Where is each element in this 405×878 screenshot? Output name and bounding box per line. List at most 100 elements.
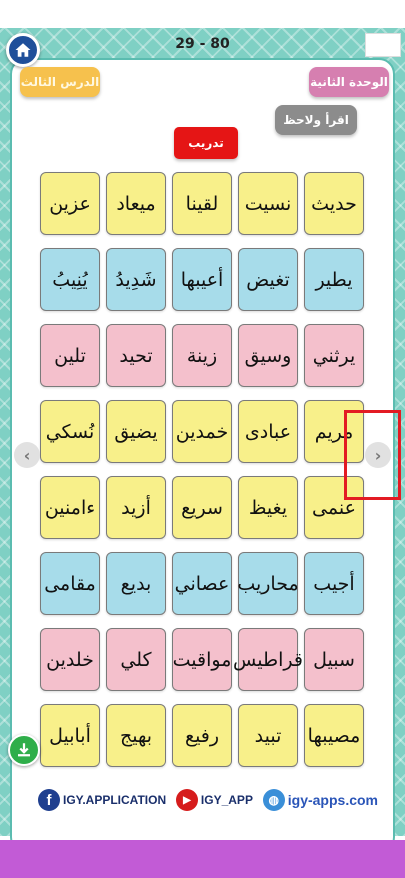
word-card[interactable]: نسيت — [238, 172, 298, 235]
word-card[interactable]: أجيب — [304, 552, 364, 615]
word-card[interactable]: يضيق — [106, 400, 166, 463]
word-card[interactable]: يرثني — [304, 324, 364, 387]
footer: f IGY.APPLICATION ▶ IGY_APP ◍ igy-apps.c… — [38, 786, 378, 814]
word-card[interactable]: يُنِيبُ — [40, 248, 100, 311]
word-card-text: يغيظ — [248, 496, 288, 519]
read-and-note-button[interactable]: اقرأ ولاحظ — [275, 105, 357, 135]
word-card-text: تحيد — [119, 344, 153, 367]
word-card-text: مواقيت — [172, 648, 232, 671]
word-card[interactable]: بديع — [106, 552, 166, 615]
word-card-text: تلين — [54, 344, 86, 367]
word-card[interactable]: أعيبها — [172, 248, 232, 311]
word-card-text: يُنِيبُ — [52, 268, 88, 291]
word-card-text: لقينا — [185, 192, 219, 215]
word-card-text: خلدين — [46, 648, 94, 671]
word-card[interactable]: زينة — [172, 324, 232, 387]
word-card-text: رفيع — [184, 724, 220, 747]
word-card-text: تغيض — [246, 268, 290, 291]
facebook-icon: f — [38, 789, 60, 811]
top-right-panel — [365, 33, 401, 57]
word-card-text: أبابيل — [49, 724, 91, 747]
word-card[interactable]: كلي — [106, 628, 166, 691]
word-card[interactable]: عزين — [40, 172, 100, 235]
word-card[interactable]: تبيد — [238, 704, 298, 767]
website-link[interactable]: ◍ igy-apps.com — [262, 789, 378, 811]
word-card-grid: عزين ميعاد لقينا نسيت حديث يُنِيبُ شَدِيدُ أعيب… — [40, 172, 368, 767]
word-card[interactable]: خمدين — [172, 400, 232, 463]
word-card-text: سريع — [181, 496, 223, 519]
word-card[interactable]: عصاني — [172, 552, 232, 615]
word-card[interactable]: حديث — [304, 172, 364, 235]
word-card[interactable]: ميعاد — [106, 172, 166, 235]
word-card-text: مصيبها — [307, 724, 361, 747]
download-button[interactable] — [8, 734, 40, 766]
word-card-text: خمدين — [175, 420, 229, 443]
word-card[interactable]: نُسكي — [40, 400, 100, 463]
lesson-label: الدرس الثالث — [20, 67, 100, 97]
word-card-text: تبيد — [254, 724, 282, 747]
word-card[interactable]: سبيل — [304, 628, 364, 691]
word-card[interactable]: شَدِيدُ — [106, 248, 166, 311]
word-card[interactable]: سريع — [172, 476, 232, 539]
word-card-text: سبيل — [313, 648, 355, 671]
word-card[interactable]: مصيبها — [304, 704, 364, 767]
word-card-text: عصاني — [174, 572, 230, 595]
word-card-text: يضيق — [114, 420, 158, 443]
word-card[interactable]: ءامنين — [40, 476, 100, 539]
word-card[interactable]: مواقيت — [172, 628, 232, 691]
word-card-text: عزين — [49, 192, 91, 215]
word-card[interactable]: لقينا — [172, 172, 232, 235]
next-page-highlight — [344, 410, 401, 500]
word-card-text: بديع — [120, 572, 152, 595]
word-card[interactable]: تحيد — [106, 324, 166, 387]
globe-icon: ◍ — [262, 789, 285, 811]
home-button[interactable] — [6, 33, 40, 67]
word-card[interactable]: أزيد — [106, 476, 166, 539]
word-card-text: ميعاد — [116, 192, 156, 215]
word-card-text: قراطيس — [233, 648, 303, 671]
word-card[interactable]: وسيق — [238, 324, 298, 387]
facebook-label: IGY.APPLICATION — [63, 793, 167, 807]
word-card-text: يرثني — [312, 344, 356, 367]
previous-page-button[interactable]: ‹ — [14, 442, 40, 468]
word-card-text: وسيق — [244, 344, 292, 367]
word-card[interactable]: يطير — [304, 248, 364, 311]
download-icon — [18, 743, 30, 757]
youtube-link[interactable]: ▶ IGY_APP — [175, 789, 253, 811]
word-card-text: أجيب — [313, 572, 355, 595]
word-card-text: زينة — [186, 344, 218, 367]
word-card[interactable]: رفيع — [172, 704, 232, 767]
facebook-link[interactable]: f IGY.APPLICATION — [38, 789, 166, 811]
word-card[interactable]: يغيظ — [238, 476, 298, 539]
word-card[interactable]: أبابيل — [40, 704, 100, 767]
word-card-text: أعيبها — [180, 268, 224, 291]
word-card-text: بهيج — [119, 724, 153, 747]
word-card-text: مقامى — [44, 572, 96, 595]
training-button[interactable]: تدريب — [174, 127, 238, 159]
word-card[interactable]: قراطيس — [233, 628, 303, 691]
chevron-left-icon: ‹ — [23, 445, 31, 465]
word-card-text: ءامنين — [44, 496, 96, 519]
website-label: igy-apps.com — [287, 792, 378, 808]
home-icon — [15, 43, 31, 57]
word-card[interactable]: مقامى — [40, 552, 100, 615]
word-card[interactable]: خلدين — [40, 628, 100, 691]
word-card-text: حديث — [311, 192, 357, 215]
bottom-bar — [0, 840, 405, 878]
word-card[interactable]: بهيج — [106, 704, 166, 767]
word-card-text: عبادى — [244, 420, 292, 443]
word-card[interactable]: محاريب — [237, 552, 299, 615]
word-card-text: شَدِيدُ — [115, 268, 157, 291]
page-counter: 29 - 80 — [175, 36, 230, 52]
word-card[interactable]: تلين — [40, 324, 100, 387]
word-card-text: يطير — [315, 268, 353, 291]
word-card[interactable]: تغيض — [238, 248, 298, 311]
unit-label: الوحدة الثانية — [309, 67, 389, 97]
word-card-text: نُسكي — [45, 420, 95, 443]
word-card-text: كلي — [120, 648, 152, 671]
youtube-icon: ▶ — [175, 789, 198, 811]
word-card-text: أزيد — [121, 496, 151, 519]
word-card[interactable]: عبادى — [238, 400, 298, 463]
word-card-text: نسيت — [244, 192, 292, 215]
youtube-label: IGY_APP — [200, 793, 253, 807]
